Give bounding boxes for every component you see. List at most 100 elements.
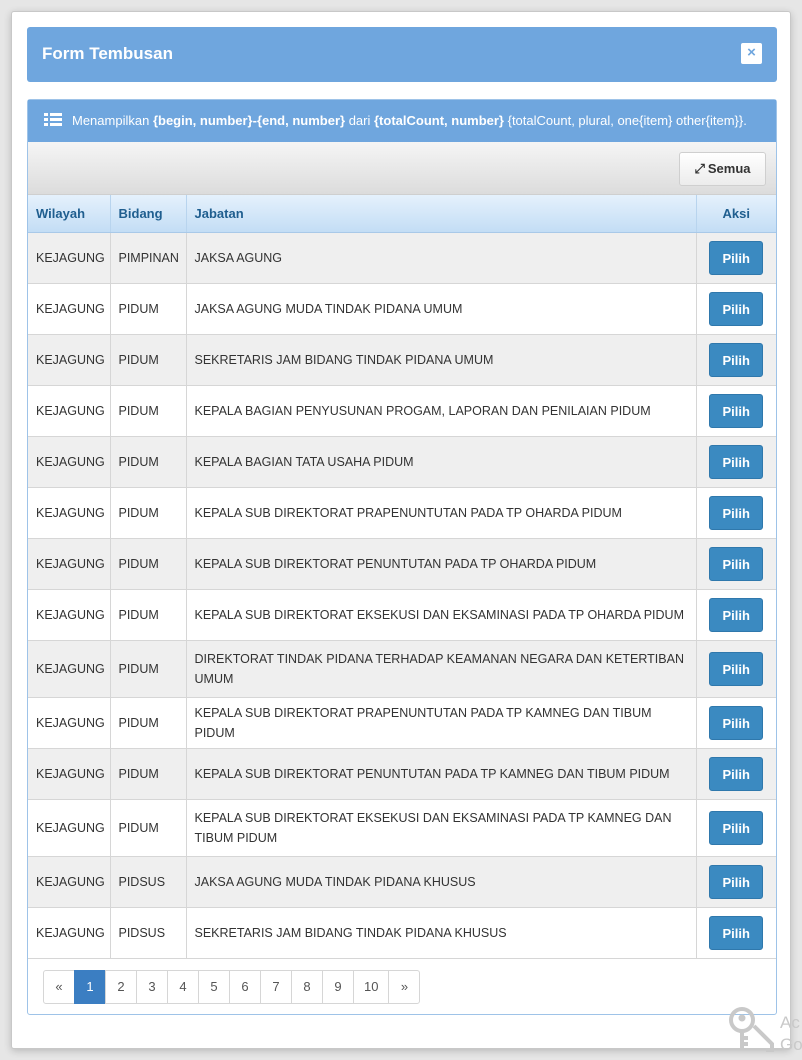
pilih-button[interactable]: Pilih <box>709 342 764 377</box>
cell-wilayah: KEJAGUNG <box>28 283 111 335</box>
summary-middle: dari <box>345 113 374 128</box>
table-row: KEJAGUNG PIDSUS SEKRETARIS JAM BIDANG TI… <box>28 907 776 959</box>
cell-jabatan: KEPALA BAGIAN TATA USAHA PIDUM <box>186 436 697 488</box>
cell-bidang: PIDSUS <box>110 856 187 908</box>
column-header-jabatan[interactable]: Jabatan <box>186 195 697 233</box>
cell-aksi: Pilih <box>696 589 776 641</box>
cell-wilayah: KEJAGUNG <box>28 697 111 749</box>
pilih-button[interactable]: Pilih <box>709 444 764 479</box>
list-icon <box>44 113 62 127</box>
pilih-button[interactable]: Pilih <box>709 240 764 275</box>
cell-jabatan: KEPALA SUB DIREKTORAT PENUNTUTAN PADA TP… <box>186 748 697 800</box>
cell-jabatan: DIREKTORAT TINDAK PIDANA TERHADAP KEAMAN… <box>186 640 697 698</box>
table-row: KEJAGUNG PIDUM KEPALA SUB DIREKTORAT EKS… <box>28 799 776 857</box>
page-link-1[interactable]: 1 <box>74 970 106 1004</box>
activation-watermark: Ac Go <box>780 1012 802 1056</box>
table-header-row: Wilayah Bidang Jabatan Aksi <box>28 195 776 233</box>
cell-jabatan: KEPALA BAGIAN PENYUSUNAN PROGAM, LAPORAN… <box>186 385 697 437</box>
cell-wilayah: KEJAGUNG <box>28 748 111 800</box>
page-link-5[interactable]: 5 <box>198 970 230 1004</box>
cell-aksi: Pilih <box>696 748 776 800</box>
semua-button[interactable]: ⤢ Semua <box>679 152 766 186</box>
column-header-wilayah[interactable]: Wilayah <box>28 195 111 233</box>
cell-bidang: PIMPINAN <box>110 232 187 284</box>
cell-bidang: PIDUM <box>110 589 187 641</box>
semua-label: Semua <box>707 161 751 176</box>
cell-wilayah: KEJAGUNG <box>28 799 111 857</box>
table-toolbar: ⤢ Semua <box>28 142 776 195</box>
cell-wilayah: KEJAGUNG <box>28 589 111 641</box>
cell-jabatan: KEPALA SUB DIREKTORAT EKSEKUSI DAN EKSAM… <box>186 799 697 857</box>
table-row: KEJAGUNG PIDUM SEKRETARIS JAM BIDANG TIN… <box>28 334 776 386</box>
pilih-button[interactable]: Pilih <box>709 705 764 740</box>
cell-wilayah: KEJAGUNG <box>28 907 111 959</box>
page-link-2[interactable]: 2 <box>105 970 137 1004</box>
page-link-9[interactable]: 9 <box>322 970 354 1004</box>
pilih-button[interactable]: Pilih <box>709 756 764 791</box>
cell-jabatan: SEKRETARIS JAM BIDANG TINDAK PIDANA UMUM <box>186 334 697 386</box>
cell-bidang: PIDUM <box>110 385 187 437</box>
watermark-line-2: Go <box>780 1035 802 1054</box>
cell-wilayah: KEJAGUNG <box>28 232 111 284</box>
cell-bidang: PIDSUS <box>110 907 187 959</box>
modal-header: Form Tembusan × <box>27 27 777 82</box>
pilih-button[interactable]: Pilih <box>709 393 764 428</box>
result-panel: Menampilkan {begin, number}-{end, number… <box>27 99 777 1015</box>
modal-title: Form Tembusan <box>42 44 173 63</box>
cell-aksi: Pilih <box>696 907 776 959</box>
cell-wilayah: KEJAGUNG <box>28 385 111 437</box>
table-row: KEJAGUNG PIDSUS JAKSA AGUNG MUDA TINDAK … <box>28 856 776 908</box>
cell-bidang: PIDUM <box>110 436 187 488</box>
pilih-button[interactable]: Pilih <box>709 546 764 581</box>
cell-jabatan: KEPALA SUB DIREKTORAT EKSEKUSI DAN EKSAM… <box>186 589 697 641</box>
cell-aksi: Pilih <box>696 538 776 590</box>
panel-heading: Menampilkan {begin, number}-{end, number… <box>28 100 776 142</box>
cell-wilayah: KEJAGUNG <box>28 538 111 590</box>
summary-begin-end: {begin, number}-{end, number} <box>152 113 346 128</box>
page-link-7[interactable]: 7 <box>260 970 292 1004</box>
table-row: KEJAGUNG PIMPINAN JAKSA AGUNG Pilih <box>28 232 776 284</box>
pagination-prev[interactable]: « <box>43 970 75 1004</box>
summary-prefix: Menampilkan <box>72 113 153 128</box>
cell-bidang: PIDUM <box>110 697 187 749</box>
cell-jabatan: JAKSA AGUNG MUDA TINDAK PIDANA KHUSUS <box>186 856 697 908</box>
cell-jabatan: JAKSA AGUNG <box>186 232 697 284</box>
summary-total: {totalCount, number} <box>373 113 504 128</box>
cell-aksi: Pilih <box>696 334 776 386</box>
page-link-3[interactable]: 3 <box>136 970 168 1004</box>
pilih-button[interactable]: Pilih <box>709 597 764 632</box>
cell-aksi: Pilih <box>696 799 776 857</box>
table-row: KEJAGUNG PIDUM DIREKTORAT TINDAK PIDANA … <box>28 640 776 698</box>
cell-jabatan: KEPALA SUB DIREKTORAT PRAPENUNTUTAN PADA… <box>186 487 697 539</box>
pagination-next[interactable]: » <box>388 970 421 1004</box>
page-link-8[interactable]: 8 <box>291 970 323 1004</box>
pilih-button[interactable]: Pilih <box>709 291 764 326</box>
cell-aksi: Pilih <box>696 436 776 488</box>
table-row: KEJAGUNG PIDUM KEPALA BAGIAN PENYUSUNAN … <box>28 385 776 437</box>
column-header-aksi: Aksi <box>696 195 776 233</box>
cell-bidang: PIDUM <box>110 487 187 539</box>
page-link-10[interactable]: 10 <box>353 970 390 1004</box>
cell-aksi: Pilih <box>696 487 776 539</box>
cell-aksi: Pilih <box>696 283 776 335</box>
cell-aksi: Pilih <box>696 697 776 749</box>
cell-wilayah: KEJAGUNG <box>28 334 111 386</box>
pagination: « 1 2 3 4 5 6 7 8 9 10 » <box>43 970 421 1004</box>
page-link-4[interactable]: 4 <box>167 970 199 1004</box>
expand-icon: ⤢ <box>694 161 705 176</box>
table-row: KEJAGUNG PIDUM KEPALA SUB DIREKTORAT PRA… <box>28 697 776 749</box>
cell-aksi: Pilih <box>696 640 776 698</box>
pilih-button[interactable]: Pilih <box>709 651 764 686</box>
pilih-button[interactable]: Pilih <box>709 810 764 845</box>
table-row: KEJAGUNG PIDUM KEPALA SUB DIREKTORAT PEN… <box>28 538 776 590</box>
pilih-button[interactable]: Pilih <box>709 915 764 950</box>
form-tembusan-modal: Form Tembusan × Menampilkan {begin, numb… <box>11 11 791 1049</box>
page-link-6[interactable]: 6 <box>229 970 261 1004</box>
cell-bidang: PIDUM <box>110 799 187 857</box>
column-header-bidang[interactable]: Bidang <box>110 195 187 233</box>
pilih-button[interactable]: Pilih <box>709 864 764 899</box>
close-button[interactable]: × <box>741 43 762 64</box>
cell-wilayah: KEJAGUNG <box>28 856 111 908</box>
pilih-button[interactable]: Pilih <box>709 495 764 530</box>
cell-jabatan: SEKRETARIS JAM BIDANG TINDAK PIDANA KHUS… <box>186 907 697 959</box>
